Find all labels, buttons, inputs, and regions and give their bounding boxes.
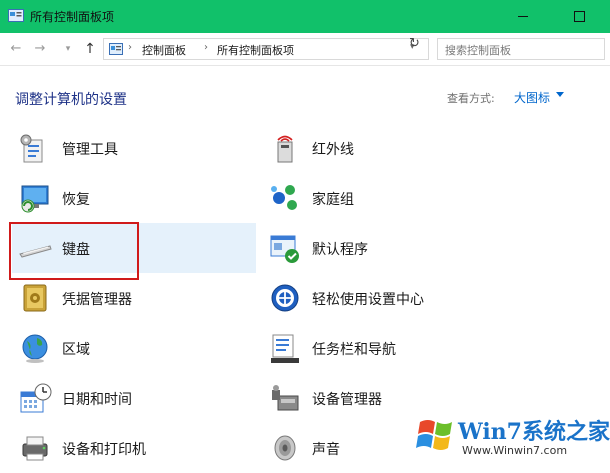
control-panel-icon bbox=[109, 43, 123, 55]
cp-item-date-time[interactable]: 日期和时间 bbox=[12, 373, 252, 423]
device-manager-icon bbox=[272, 385, 299, 411]
item-label: 恢复 bbox=[62, 192, 90, 208]
item-label: 家庭组 bbox=[312, 192, 354, 208]
cp-item-homegroup[interactable]: 家庭组 bbox=[262, 173, 502, 223]
selection-highlight-frame bbox=[9, 222, 139, 280]
admin-tools-icon bbox=[20, 134, 43, 163]
cp-item-ease-of-access[interactable]: 轻松使用设置中心 bbox=[262, 273, 502, 323]
item-label: 管理工具 bbox=[62, 142, 118, 158]
cp-item-admin-tools[interactable]: 管理工具 bbox=[12, 123, 252, 173]
up-button[interactable]: ↑ bbox=[82, 41, 98, 57]
watermark-text: Win7系统之家 bbox=[458, 419, 610, 445]
item-label: 设备和打印机 bbox=[62, 442, 146, 458]
search-placeholder: 搜索控制面板 bbox=[445, 44, 511, 57]
minimize-icon bbox=[518, 16, 528, 17]
chevron-right-icon: › bbox=[128, 42, 132, 53]
cp-item-recovery[interactable]: 恢复 bbox=[12, 173, 252, 223]
forward-button[interactable]: → bbox=[32, 41, 48, 57]
minimize-button[interactable] bbox=[500, 0, 546, 33]
breadcrumb-all-items[interactable]: 所有控制面板项 bbox=[217, 42, 294, 58]
address-bar[interactable]: › 控制面板 › 所有控制面板项 ▾ bbox=[103, 38, 429, 60]
ease-of-access-icon bbox=[271, 284, 299, 312]
recent-locations-dropdown[interactable]: ▾ bbox=[60, 41, 76, 57]
refresh-button[interactable]: ↻ bbox=[409, 36, 420, 51]
item-label: 默认程序 bbox=[312, 242, 368, 258]
title-bar: 所有控制面板项 bbox=[0, 0, 610, 33]
watermark: Win7系统之家 Www.Winwin7.com bbox=[412, 408, 610, 462]
navigation-bar: ← → ▾ ↑ › 控制面板 › 所有控制面板项 ▾ ↻ 搜索控制面板 bbox=[0, 33, 610, 66]
item-label: 区域 bbox=[62, 342, 90, 358]
item-label: 轻松使用设置中心 bbox=[312, 292, 424, 308]
maximize-button[interactable] bbox=[556, 0, 602, 33]
windows-logo-icon bbox=[416, 420, 452, 450]
watermark-url: Www.Winwin7.com bbox=[462, 444, 568, 457]
sound-speaker-icon bbox=[274, 435, 296, 461]
infrared-icon bbox=[277, 135, 293, 163]
taskbar-navigation-icon bbox=[271, 334, 299, 363]
page-title: 调整计算机的设置 bbox=[15, 92, 127, 108]
cp-item-credential-manager[interactable]: 凭据管理器 bbox=[12, 273, 252, 323]
search-input[interactable]: 搜索控制面板 bbox=[437, 38, 605, 60]
devices-printers-icon bbox=[22, 436, 48, 461]
recovery-icon bbox=[21, 185, 49, 213]
homegroup-icon bbox=[271, 185, 297, 210]
default-programs-icon bbox=[270, 235, 299, 263]
chevron-right-icon: › bbox=[204, 42, 208, 53]
chevron-down-icon[interactable] bbox=[556, 92, 564, 97]
cp-item-default-programs[interactable]: 默认程序 bbox=[262, 223, 502, 273]
item-label: 日期和时间 bbox=[62, 392, 132, 408]
cp-item-region[interactable]: 区域 bbox=[12, 323, 252, 373]
view-by-label: 查看方式: bbox=[447, 92, 495, 105]
date-time-icon bbox=[20, 383, 52, 413]
cp-item-infrared[interactable]: 红外线 bbox=[262, 123, 502, 173]
item-label: 红外线 bbox=[312, 142, 354, 158]
item-label: 设备管理器 bbox=[312, 392, 382, 408]
item-label: 声音 bbox=[312, 442, 340, 458]
view-by-dropdown[interactable]: 大图标 bbox=[514, 89, 550, 106]
control-panel-icon bbox=[8, 9, 24, 22]
credential-manager-icon bbox=[23, 284, 47, 312]
maximize-icon bbox=[573, 11, 585, 22]
item-label: 任务栏和导航 bbox=[312, 342, 396, 358]
back-button[interactable]: ← bbox=[8, 41, 24, 57]
cp-item-taskbar-navigation[interactable]: 任务栏和导航 bbox=[262, 323, 502, 373]
cp-item-devices-printers[interactable]: 设备和打印机 bbox=[12, 423, 252, 473]
item-label: 凭据管理器 bbox=[62, 292, 132, 308]
region-globe-icon bbox=[22, 334, 48, 363]
breadcrumb-control-panel[interactable]: 控制面板 bbox=[142, 42, 186, 58]
window-title: 所有控制面板项 bbox=[30, 10, 115, 24]
